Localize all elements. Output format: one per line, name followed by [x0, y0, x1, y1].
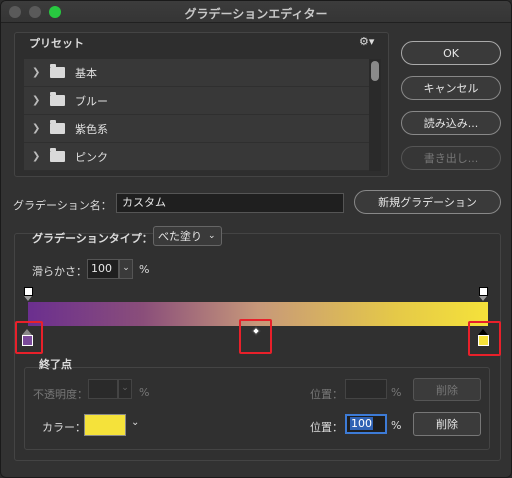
- preset-scrollbar-thumb[interactable]: [371, 61, 379, 81]
- color-location-label: 位置：: [310, 421, 343, 434]
- opacity-label: 不透明度：: [33, 388, 88, 401]
- chevron-down-icon[interactable]: ⌄: [118, 379, 132, 399]
- preset-folder-basic[interactable]: ❯ 基本: [24, 59, 369, 87]
- chevron-down-icon[interactable]: ⌄: [131, 417, 139, 428]
- chevron-right-icon[interactable]: ❯: [32, 123, 42, 134]
- cancel-button[interactable]: キャンセル: [401, 76, 501, 100]
- preset-folder-purple[interactable]: ❯ 紫色系: [24, 115, 369, 143]
- opacity-stop-pointer: [479, 296, 487, 301]
- preset-folder-label: ピンク: [75, 150, 108, 164]
- opacity-location-unit: %: [391, 386, 402, 399]
- window-title: グラデーションエディター: [184, 7, 328, 21]
- chevron-down-icon: ⌄: [208, 231, 216, 241]
- opacity-stop-pointer: [24, 296, 32, 301]
- gradient-editor-window: グラデーションエディター プリセット ⚙▾ ❯ 基本 ❯ ブルー ❯ 紫色系 ❯…: [0, 0, 512, 478]
- preset-folder-label: 基本: [75, 66, 97, 80]
- preset-folder-blue[interactable]: ❯ ブルー: [24, 87, 369, 115]
- new-gradient-button[interactable]: 新規グラデーション: [354, 190, 501, 214]
- highlight-box: [15, 321, 43, 354]
- presets-label: プリセット: [29, 37, 84, 50]
- opacity-stop-left[interactable]: [24, 287, 33, 301]
- opacity-delete-button[interactable]: 削除: [413, 378, 481, 401]
- smoothness-input[interactable]: 100: [87, 259, 119, 279]
- folder-icon: [50, 148, 65, 162]
- gradient-name-label: グラデーション名：: [13, 199, 112, 212]
- color-swatch[interactable]: [84, 414, 126, 436]
- opacity-stop-swatch: [479, 287, 488, 296]
- opacity-location-label: 位置：: [310, 388, 343, 401]
- highlight-box: [239, 319, 272, 354]
- color-location-input[interactable]: 100: [345, 414, 387, 434]
- stops-section-label: 終了点: [39, 358, 72, 371]
- gradient-type-select[interactable]: べた塗り ⌄: [153, 226, 222, 246]
- preset-list: ❯ 基本 ❯ ブルー ❯ 紫色系 ❯ ピンク: [24, 59, 369, 171]
- chevron-right-icon[interactable]: ❯: [32, 95, 42, 106]
- gear-icon[interactable]: ⚙▾: [359, 35, 374, 48]
- smoothness-label: 滑らかさ：: [32, 265, 87, 278]
- folder-icon: [50, 64, 65, 78]
- opacity-stop-swatch: [24, 287, 33, 296]
- color-location-value: 100: [350, 417, 373, 430]
- gradient-type-label: グラデーションタイプ：: [32, 232, 153, 245]
- chevron-right-icon[interactable]: ❯: [32, 67, 42, 78]
- load-button[interactable]: 読み込み...: [401, 111, 501, 135]
- color-location-unit: %: [391, 419, 402, 432]
- gradient-name-input[interactable]: カスタム: [116, 193, 344, 213]
- smoothness-unit: %: [139, 263, 150, 276]
- color-delete-button[interactable]: 削除: [413, 412, 481, 436]
- opacity-input[interactable]: [88, 379, 118, 399]
- folder-icon: [50, 92, 65, 106]
- highlight-box: [468, 321, 501, 356]
- ok-button[interactable]: OK: [401, 41, 501, 65]
- opacity-stop-right[interactable]: [479, 287, 488, 301]
- preset-folder-pink[interactable]: ❯ ピンク: [24, 143, 369, 171]
- opacity-unit: %: [139, 386, 150, 399]
- preset-folder-label: ブルー: [75, 94, 108, 108]
- folder-icon: [50, 120, 65, 134]
- title-bar: グラデーションエディター: [1, 1, 511, 23]
- chevron-down-icon[interactable]: ⌄: [119, 259, 133, 279]
- chevron-right-icon[interactable]: ❯: [32, 151, 42, 162]
- color-label: カラー：: [42, 421, 86, 434]
- gradient-type-value: べた塗り: [158, 230, 202, 243]
- export-button[interactable]: 書き出し...: [401, 146, 501, 170]
- opacity-location-input[interactable]: [345, 379, 387, 399]
- preset-folder-label: 紫色系: [75, 122, 108, 136]
